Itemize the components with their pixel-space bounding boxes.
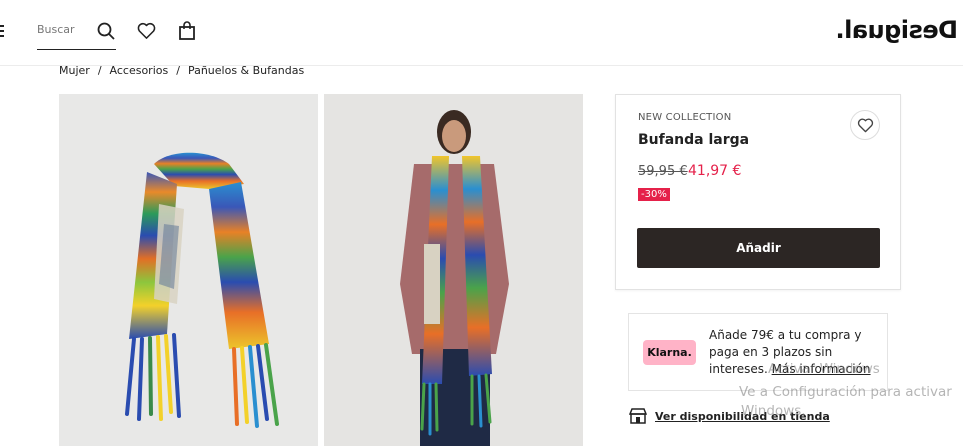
add-to-cart-button[interactable]: Añadir <box>637 228 880 268</box>
wishlist-button[interactable] <box>850 110 880 140</box>
site-header: Desigual. <box>0 0 963 66</box>
breadcrumb-item-accesorios[interactable]: Accesorios <box>110 64 169 77</box>
klarna-banner: Klarna. Añade 79€ a tu compra y paga en … <box>628 313 888 391</box>
klarna-text: Añade 79€ a tu compra y paga en 3 plazos… <box>709 327 879 378</box>
menu-icon[interactable] <box>0 25 4 37</box>
sale-price: 41,97 € <box>688 163 742 179</box>
store-availability-label[interactable]: Ver disponibilidad en tienda <box>655 410 830 423</box>
product-image-model[interactable] <box>324 94 583 446</box>
bag-icon[interactable] <box>178 21 196 40</box>
product-image-flat[interactable] <box>59 94 318 446</box>
search-icon[interactable] <box>97 22 115 40</box>
heart-icon[interactable] <box>137 22 156 40</box>
brand-logo[interactable]: Desigual. <box>836 16 958 44</box>
breadcrumb: Mujer / Accesorios / Pañuelos & Bufandas <box>59 64 304 77</box>
breadcrumb-separator: / <box>97 64 102 77</box>
klarna-more-info-link[interactable]: Más información <box>772 362 871 376</box>
original-price: 59,95 € <box>638 164 688 179</box>
breadcrumb-item-panuelos[interactable]: Pañuelos & Bufandas <box>188 64 304 77</box>
store-icon <box>629 408 647 424</box>
product-info-card: NEW COLLECTION Bufanda larga 59,95 € 41,… <box>615 94 901 290</box>
breadcrumb-item-mujer[interactable]: Mujer <box>59 64 90 77</box>
store-availability-link[interactable]: Ver disponibilidad en tienda <box>629 408 830 424</box>
collection-label: NEW COLLECTION <box>638 112 732 123</box>
search-bar <box>37 20 116 50</box>
discount-badge: -30% <box>638 188 670 201</box>
klarna-logo: Klarna. <box>643 340 696 365</box>
heart-icon <box>857 118 873 132</box>
product-title: Bufanda larga <box>638 132 750 148</box>
search-input[interactable] <box>37 23 87 36</box>
breadcrumb-separator: / <box>176 64 180 77</box>
